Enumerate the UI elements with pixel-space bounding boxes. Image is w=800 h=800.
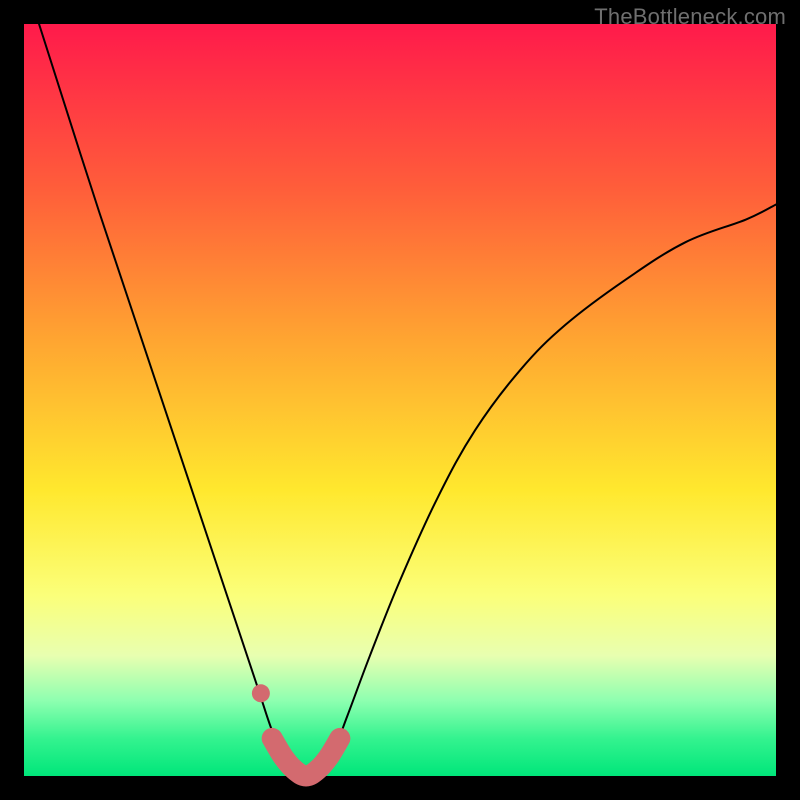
highlight-dot (252, 684, 270, 702)
chart-frame (24, 24, 776, 776)
bottleneck-curve (39, 24, 776, 776)
chart-svg (24, 24, 776, 776)
bottom-arc (272, 738, 340, 776)
watermark: TheBottleneck.com (594, 4, 786, 30)
